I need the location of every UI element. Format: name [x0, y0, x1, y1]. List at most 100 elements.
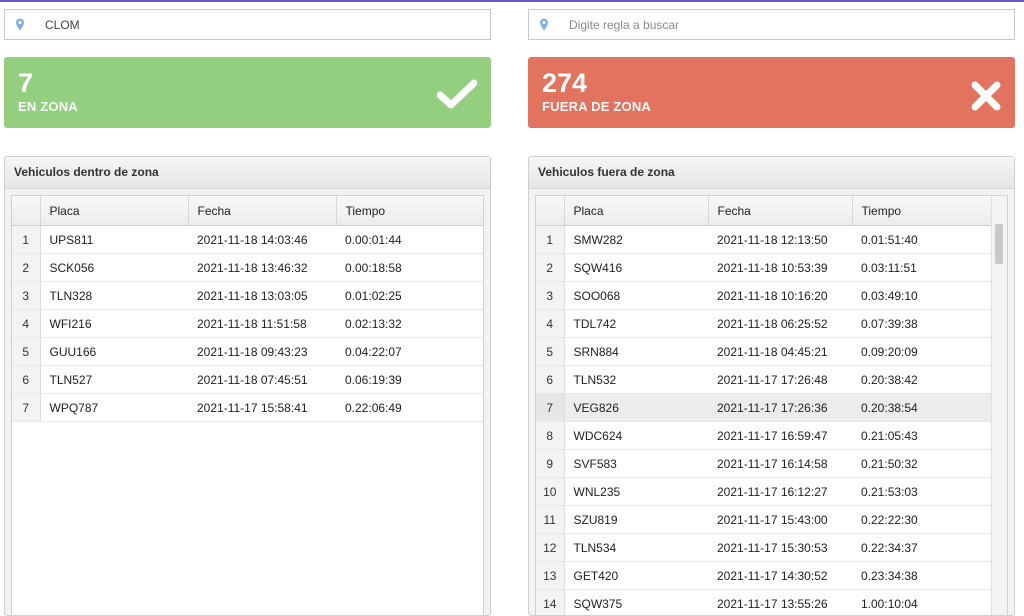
- column-header-tiempo[interactable]: Tiempo: [852, 196, 995, 226]
- out-of-zone-grid: Placa Fecha Tiempo 1 SMW282 2021-11-18 12:…: [535, 195, 1008, 615]
- row-number: 3: [12, 281, 41, 310]
- map-marker-icon: [529, 18, 559, 31]
- in-zone-label: EN ZONA: [18, 99, 78, 114]
- row-number: 12: [536, 533, 565, 562]
- tiempo-cell: 0.01:51:40: [852, 225, 994, 254]
- placa-cell: WDC624: [564, 421, 708, 450]
- table-row[interactable]: 6 TLN532 2021-11-17 17:26:48 0.20:38:42: [536, 365, 994, 394]
- table-row[interactable]: 3 SOO068 2021-11-18 10:16:20 0.03:49:10: [536, 281, 994, 310]
- placa-cell: TLN532: [564, 365, 708, 394]
- placa-cell: TLN328: [40, 281, 188, 310]
- row-number: 6: [12, 365, 41, 394]
- fecha-cell: 2021-11-18 07:45:51: [188, 365, 336, 394]
- placa-cell: TLN534: [564, 533, 708, 562]
- tiempo-cell: 0.21:53:03: [852, 477, 994, 506]
- out-of-zone-count: 274: [542, 68, 588, 98]
- scrollbar-thumb[interactable]: [995, 224, 1003, 264]
- table-row[interactable]: 5 SRN884 2021-11-18 04:45:21 0.09:20:09: [536, 337, 994, 366]
- fecha-cell: 2021-11-18 11:51:58: [188, 309, 336, 338]
- placa-cell: SCK056: [40, 253, 188, 282]
- table-row[interactable]: 1 SMW282 2021-11-18 12:13:50 0.01:51:40: [536, 225, 994, 254]
- row-number: 4: [536, 309, 565, 338]
- fecha-cell: 2021-11-17 14:30:52: [708, 561, 852, 590]
- tiempo-cell: 0.20:38:42: [852, 365, 994, 394]
- table-row[interactable]: 13 GET420 2021-11-17 14:30:52 0.23:34:38: [536, 561, 994, 590]
- tiempo-cell: 0.00:18:58: [336, 253, 483, 282]
- column-header-placa[interactable]: Placa: [564, 196, 709, 226]
- row-number: 2: [12, 253, 41, 282]
- column-header-placa[interactable]: Placa: [40, 196, 189, 226]
- row-number: 8: [536, 421, 565, 450]
- table-row[interactable]: 14 SQW375 2021-11-17 13:55:26 1.00:10:04: [536, 589, 994, 615]
- table-row[interactable]: 5 GUU166 2021-11-18 09:43:23 0.04:22:07: [12, 337, 483, 366]
- fecha-cell: 2021-11-17 17:26:48: [708, 365, 852, 394]
- placa-cell: WFI216: [40, 309, 188, 338]
- table-row[interactable]: 8 WDC624 2021-11-17 16:59:47 0.21:05:43: [536, 421, 994, 450]
- top-accent-line: [0, 0, 1024, 2]
- row-number-header: [12, 196, 41, 226]
- table-row[interactable]: 2 SQW416 2021-11-18 10:53:39 0.03:11:51: [536, 253, 994, 282]
- in-zone-panel-title: Vehiculos dentro de zona: [5, 157, 490, 189]
- tiempo-cell: 0.23:34:38: [852, 561, 994, 590]
- tiempo-cell: 0.03:11:51: [852, 253, 994, 282]
- fecha-cell: 2021-11-17 15:43:00: [708, 505, 852, 534]
- table-row[interactable]: 12 TLN534 2021-11-17 15:30:53 0.22:34:37: [536, 533, 994, 562]
- tiempo-cell: 0.22:34:37: [852, 533, 994, 562]
- row-number: 2: [536, 253, 565, 282]
- fecha-cell: 2021-11-17 16:14:58: [708, 449, 852, 478]
- tiempo-cell: 0.21:50:32: [852, 449, 994, 478]
- tiempo-cell: 0.20:38:54: [852, 393, 994, 422]
- row-number: 11: [536, 505, 565, 534]
- table-row[interactable]: 7 VEG826 2021-11-17 17:26:36 0.20:38:54: [536, 393, 994, 422]
- row-number: 10: [536, 477, 565, 506]
- fecha-cell: 2021-11-18 12:13:50: [708, 225, 852, 254]
- table-row[interactable]: 11 SZU819 2021-11-17 15:43:00 0.22:22:30: [536, 505, 994, 534]
- fecha-cell: 2021-11-17 15:30:53: [708, 533, 852, 562]
- row-number: 4: [12, 309, 41, 338]
- zone-search-box[interactable]: [4, 9, 491, 40]
- table-row[interactable]: 2 SCK056 2021-11-18 13:46:32 0.00:18:58: [12, 253, 483, 282]
- column-header-tiempo[interactable]: Tiempo: [336, 196, 483, 226]
- table-row[interactable]: 4 WFI216 2021-11-18 11:51:58 0.02:13:32: [12, 309, 483, 338]
- placa-cell: SMW282: [564, 225, 708, 254]
- fecha-cell: 2021-11-18 14:03:46: [188, 225, 336, 254]
- rule-search-input[interactable]: [559, 17, 969, 32]
- tiempo-cell: 0.22:06:49: [336, 393, 483, 422]
- tiempo-cell: 0.06:19:39: [336, 365, 483, 394]
- table-row[interactable]: 7 WPQ787 2021-11-17 15:58:41 0.22:06:49: [12, 393, 483, 422]
- zone-search-input[interactable]: [35, 17, 445, 32]
- row-number: 7: [536, 393, 565, 422]
- placa-cell: SRN884: [564, 337, 708, 366]
- row-number-header: [536, 196, 565, 226]
- table-row[interactable]: 4 TDL742 2021-11-18 06:25:52 0.07:39:38: [536, 309, 994, 338]
- table-row[interactable]: 6 TLN527 2021-11-18 07:45:51 0.06:19:39: [12, 365, 483, 394]
- table-row[interactable]: 9 SVF583 2021-11-17 16:14:58 0.21:50:32: [536, 449, 994, 478]
- fecha-cell: 2021-11-17 13:55:26: [708, 589, 852, 615]
- tiempo-cell: 0.04:22:07: [336, 337, 483, 366]
- row-number: 3: [536, 281, 565, 310]
- fecha-cell: 2021-11-18 10:16:20: [708, 281, 852, 310]
- table-row[interactable]: 1 UPS811 2021-11-18 14:03:46 0.00:01:44: [12, 225, 483, 254]
- table-row[interactable]: 3 TLN328 2021-11-18 13:03:05 0.01:02:25: [12, 281, 483, 310]
- tiempo-cell: 1.00:10:04: [852, 589, 994, 615]
- tiempo-cell: 0.22:22:30: [852, 505, 994, 534]
- row-number: 1: [12, 225, 41, 254]
- rule-search-box[interactable]: [528, 9, 1015, 40]
- placa-cell: SOO068: [564, 281, 708, 310]
- fecha-cell: 2021-11-18 09:43:23: [188, 337, 336, 366]
- out-of-zone-summary-card[interactable]: 274 FUERA DE ZONA: [528, 57, 1015, 128]
- column-header-fecha[interactable]: Fecha: [708, 196, 853, 226]
- placa-cell: TLN527: [40, 365, 188, 394]
- row-number: 9: [536, 449, 565, 478]
- row-number: 6: [536, 365, 565, 394]
- fecha-cell: 2021-11-18 13:03:05: [188, 281, 336, 310]
- column-header-fecha[interactable]: Fecha: [188, 196, 337, 226]
- vertical-scrollbar[interactable]: [991, 196, 1007, 615]
- fecha-cell: 2021-11-18 10:53:39: [708, 253, 852, 282]
- fecha-cell: 2021-11-17 16:59:47: [708, 421, 852, 450]
- tiempo-cell: 0.01:02:25: [336, 281, 483, 310]
- in-zone-summary-card[interactable]: 7 EN ZONA: [4, 57, 491, 128]
- check-icon: [436, 79, 478, 114]
- placa-cell: WNL235: [564, 477, 708, 506]
- table-row[interactable]: 10 WNL235 2021-11-17 16:12:27 0.21:53:03: [536, 477, 994, 506]
